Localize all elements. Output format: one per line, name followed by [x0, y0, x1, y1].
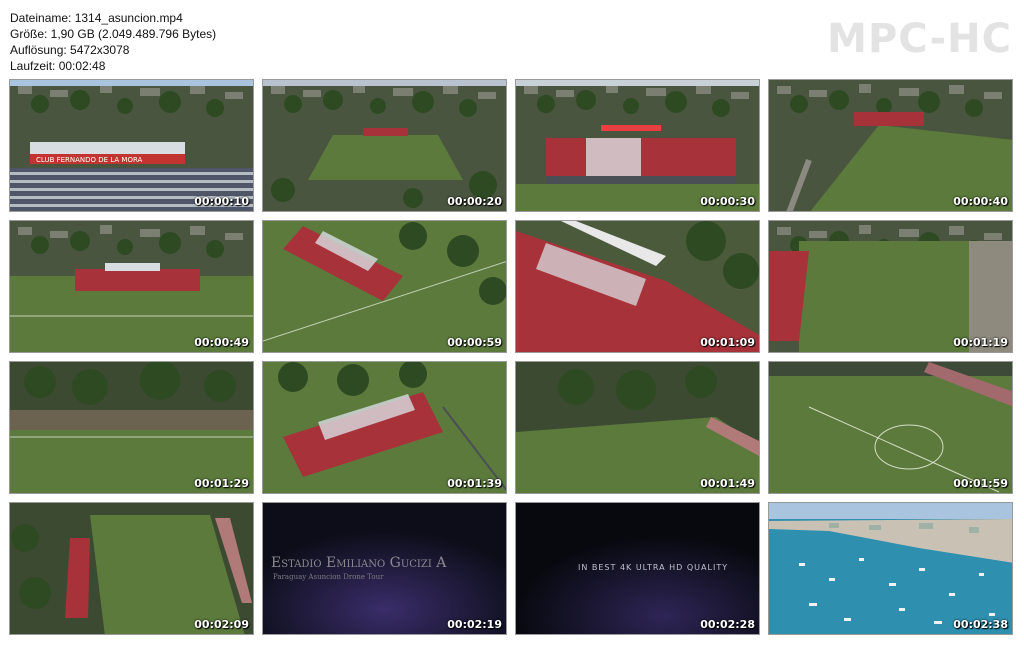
video-thumbnail: 00:01:09 [515, 220, 760, 353]
thumbnail-timestamp: 00:00:30 [700, 195, 755, 208]
video-thumbnail: 00:00:40 [768, 79, 1013, 212]
video-thumbnail: 00:00:59 [262, 220, 507, 353]
video-thumbnail: 00:01:19 [768, 220, 1013, 353]
title-card-subheading: Paraguay Asuncion Drone Tour [273, 573, 384, 581]
video-thumbnail: 00:00:49 [9, 220, 254, 353]
video-thumbnail: 00:01:39 [262, 361, 507, 494]
thumbnail-timestamp: 00:02:19 [447, 618, 502, 631]
thumbnail-frame-image [769, 503, 1012, 634]
thumbnail-frame-image [263, 362, 506, 493]
thumbnail-frame-image [263, 80, 506, 211]
video-thumbnail: IN BEST 4K ULTRA HD QUALITY 00:02:28 [515, 502, 760, 635]
video-thumbnail: 00:00:30 [515, 79, 760, 212]
resolution-label: Auflösung: 5472x3078 [10, 43, 130, 57]
thumbnail-frame-image [10, 362, 253, 493]
filename-label: Dateiname: 1314_asuncion.mp4 [10, 11, 183, 25]
video-thumbnail: 00:01:49 [515, 361, 760, 494]
thumbnail-frame-image: CLUB FERNANDO DE LA MORA [10, 80, 253, 211]
thumbnail-timestamp: 00:01:59 [953, 477, 1008, 490]
thumbnail-frame-image [516, 80, 759, 211]
title-card-heading: Estadio Emiliano Gucizi A [271, 555, 447, 571]
stadium-sign-text: CLUB FERNANDO DE LA MORA [36, 156, 143, 164]
thumbnail-timestamp: 00:02:09 [194, 618, 249, 631]
thumbnail-timestamp: 00:01:29 [194, 477, 249, 490]
video-thumbnail: CLUB FERNANDO DE LA MORA 00:00:10 [9, 79, 254, 212]
mpc-hc-logo: MPC-HC [827, 16, 1012, 62]
thumbnail-timestamp: 00:00:10 [194, 195, 249, 208]
thumbnail-timestamp: 00:00:59 [447, 336, 502, 349]
file-info: Dateiname: 1314_asuncion.mp4 Größe: 1,90… [10, 10, 216, 74]
thumbnail-frame-image [769, 362, 1012, 493]
thumbnail-frame-image [516, 221, 759, 352]
thumbnail-frame-image [769, 221, 1012, 352]
video-thumbnail: 00:00:20 [262, 79, 507, 212]
video-thumbnail: Estadio Emiliano Gucizi A Paraguay Asunci… [262, 502, 507, 635]
thumbnail-timestamp: 00:00:20 [447, 195, 502, 208]
video-thumbnail: 00:02:09 [9, 502, 254, 635]
thumbnail-frame-image [10, 221, 253, 352]
thumbnail-timestamp: 00:01:49 [700, 477, 755, 490]
thumbnail-timestamp: 00:01:39 [447, 477, 502, 490]
video-thumbnail: 00:02:38 [768, 502, 1013, 635]
filesize-label: Größe: 1,90 GB (2.049.489.796 Bytes) [10, 27, 217, 41]
thumbnail-timestamp: 00:00:40 [953, 195, 1008, 208]
thumbnail-frame-image [263, 221, 506, 352]
thumbnail-grid: CLUB FERNANDO DE LA MORA 00:00:10 00:00:… [9, 79, 1015, 636]
video-thumbnail: 00:01:59 [768, 361, 1013, 494]
duration-label: Laufzeit: 00:02:48 [10, 59, 106, 73]
thumbnail-frame-image [769, 80, 1012, 211]
thumbnail-frame-image [516, 362, 759, 493]
thumbnail-frame-image [10, 503, 253, 634]
video-thumbnail: 00:01:29 [9, 361, 254, 494]
thumbnail-timestamp: 00:01:19 [953, 336, 1008, 349]
thumbnail-timestamp: 00:00:49 [194, 336, 249, 349]
thumbnail-timestamp: 00:02:28 [700, 618, 755, 631]
thumbnail-timestamp: 00:02:38 [953, 618, 1008, 631]
title-card-caption: IN BEST 4K ULTRA HD QUALITY [578, 563, 729, 572]
thumbnail-timestamp: 00:01:09 [700, 336, 755, 349]
